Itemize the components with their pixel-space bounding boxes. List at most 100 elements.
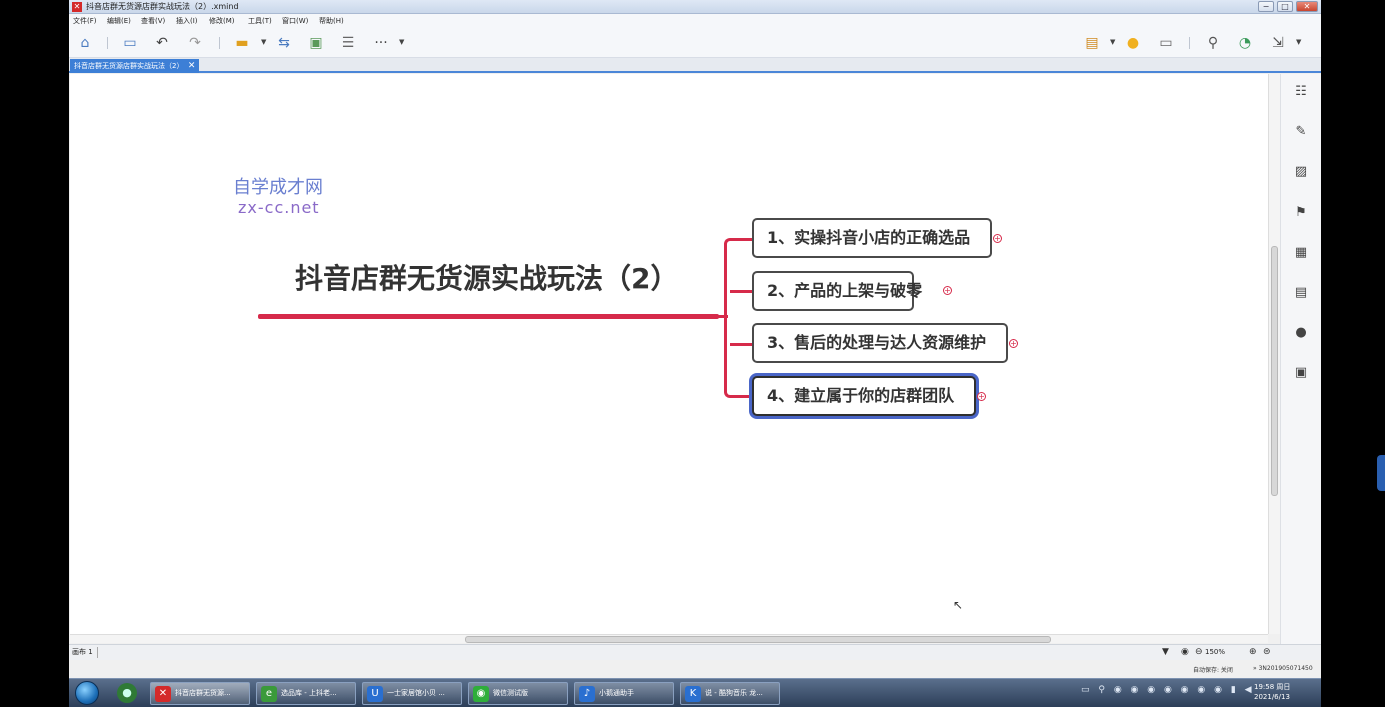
more-icon[interactable]: ··· — [371, 34, 391, 52]
system-tray[interactable]: ▭ ⚲ ◉ ◉ ◉ ◉ ◉ ◉ ◉ ▮ ◀ — [1081, 685, 1255, 695]
expand-icon[interactable]: + — [993, 234, 1002, 243]
taskbar-item[interactable]: ✕ 抖音店群无货源... — [150, 682, 250, 705]
vertical-scrollbar[interactable] — [1268, 74, 1280, 634]
toolbar: ⌂ ▭ ↶ ↷ ▬ ▼ ⇆ ▣ ☰ ··· ▼ ▤ ▼ ● ▭ ⚲ ◔ ⇲ ▼ — [69, 28, 1321, 58]
horizontal-scrollbar[interactable] — [70, 634, 1268, 643]
taskbar-item-label: 微信测试版 — [493, 689, 528, 697]
comment-icon[interactable]: ● — [1293, 325, 1309, 341]
presentation-icon[interactable]: ▤ — [1083, 34, 1101, 52]
outline-icon[interactable]: ▭ — [1157, 34, 1175, 52]
shop-icon: U — [367, 686, 383, 702]
clock-time[interactable]: 19:58 周日 — [1254, 682, 1290, 692]
format-brush-icon[interactable]: ✎ — [1293, 124, 1309, 140]
title-bar[interactable]: ✕ 抖音店群无货源店群实战玩法（2）.xmind − □ ✕ — [69, 0, 1321, 14]
sticker-icon[interactable]: ▦ — [1293, 245, 1309, 261]
vertical-scroll-thumb[interactable] — [1271, 246, 1278, 496]
subtopic-3[interactable]: 3、售后的处理与达人资源维护 — [752, 323, 1008, 363]
desktop-screen: ✕ 抖音店群无货源店群实战玩法（2）.xmind − □ ✕ 文件(F) 编辑(… — [0, 0, 1385, 707]
watermark-url: zx-cc.net — [238, 198, 320, 217]
taskbar-item-label: 说 - 酷狗音乐 龙... — [705, 689, 763, 697]
taskbar-item-label: 抖音店群无货源... — [175, 689, 231, 697]
watermark-text: 自学成才网 — [233, 177, 323, 198]
horizontal-scroll-thumb[interactable] — [465, 636, 1051, 643]
outline-icon[interactable]: ☷ — [1293, 84, 1309, 100]
menu-help[interactable]: 帮助(H) — [319, 16, 344, 26]
taskbar-item-label: 一士家居馆小贝 ... — [387, 689, 445, 697]
mindmap-canvas[interactable]: 自学成才网 zx-cc.net 抖音店群无货源实战玩法（2） 1、实操抖音小店的… — [70, 74, 1268, 634]
autosave-line: 自动保存: 关闭 » 3N201905071450 — [69, 660, 1321, 678]
taskbar-item[interactable]: ♪ 小鹅通助手 — [574, 682, 674, 705]
menu-edit[interactable]: 编辑(E) — [107, 16, 131, 26]
taskbar-item-label: 小鹅通助手 — [599, 689, 634, 697]
zoom-in-icon[interactable]: ⊕ — [1249, 647, 1257, 658]
build-number: » 3N201905071450 — [1253, 665, 1313, 672]
expand-icon[interactable]: + — [1009, 339, 1018, 348]
taskbar-item-label: 选品库 - 上抖老... — [281, 689, 337, 697]
menu-insert[interactable]: 插入(I) — [176, 16, 198, 26]
taskbar: ● ✕ 抖音店群无货源... e 选品库 - 上抖老... U 一士家居馆小贝 … — [69, 678, 1321, 707]
evernote-icon[interactable]: ● — [117, 683, 137, 703]
zoom-out-icon[interactable]: ⊖ — [1195, 647, 1203, 658]
subtopic-1[interactable]: 1、实操抖音小店的正确选品 — [752, 218, 992, 258]
taskbar-item[interactable]: ◉ 微信测试版 — [468, 682, 568, 705]
notes-icon[interactable]: ▤ — [1293, 285, 1309, 301]
xiaoe-icon: ♪ — [579, 686, 595, 702]
eye-icon[interactable]: ◉ — [1181, 647, 1189, 658]
taskbar-item[interactable]: K 说 - 酷狗音乐 龙... — [680, 682, 780, 705]
expand-icon[interactable]: + — [977, 392, 986, 401]
maximize-button[interactable]: □ — [1277, 1, 1293, 12]
editor-tab-bar: 抖音店群无货源店群实战玩法（2） ✕ — [69, 58, 1321, 73]
subtopic-4-selected[interactable]: 4、建立属于你的店群团队 — [752, 376, 976, 416]
toolbar-separator — [1189, 37, 1190, 49]
chevron-down-icon[interactable]: ▼ — [399, 38, 404, 46]
search-icon[interactable]: ⚲ — [1205, 34, 1221, 52]
autosave-status[interactable]: 自动保存: 关闭 — [1193, 665, 1233, 674]
status-bar: 画布 1 ▼ ◉ ⊖ 150% ⊕ ⊜ — [69, 644, 1321, 660]
image-icon[interactable]: ▨ — [1293, 164, 1309, 180]
flag-icon[interactable]: ⚑ — [1293, 205, 1309, 221]
undo-icon[interactable]: ↶ — [154, 34, 170, 52]
menu-window[interactable]: 窗口(W) — [282, 16, 308, 26]
xmind-icon: ✕ — [155, 686, 171, 702]
subtopic-2[interactable]: 2、产品的上架与破零 — [752, 271, 922, 311]
side-handle[interactable] — [1377, 455, 1385, 491]
close-button[interactable]: ✕ — [1296, 1, 1318, 12]
taskbar-item[interactable]: U 一士家居馆小贝 ... — [362, 682, 462, 705]
task-icon[interactable]: ▣ — [1293, 365, 1309, 381]
expand-icon[interactable]: + — [943, 286, 952, 295]
start-button[interactable] — [75, 681, 99, 705]
taskbar-item[interactable]: e 选品库 - 上抖老... — [256, 682, 356, 705]
chevron-down-icon[interactable]: ▼ — [1296, 38, 1301, 46]
toolbar-separator — [219, 37, 220, 49]
menu-modify[interactable]: 修改(M) — [209, 16, 235, 26]
menu-file[interactable]: 文件(F) — [73, 16, 97, 26]
fit-icon[interactable]: ⊜ — [1263, 647, 1271, 658]
xmind-window: ✕ 抖音店群无货源店群实战玩法（2）.xmind − □ ✕ 文件(F) 编辑(… — [69, 0, 1321, 678]
branch-connector — [724, 238, 732, 398]
minimize-button[interactable]: − — [1258, 1, 1274, 12]
clock-date[interactable]: 2021/6/13 — [1254, 693, 1290, 701]
filter-icon[interactable]: ▼ — [1162, 647, 1169, 658]
mouse-cursor-icon: ↖ — [953, 598, 964, 612]
window-title: 抖音店群无货源店群实战玩法（2）.xmind — [86, 2, 239, 11]
zoom-level: 150% — [1205, 648, 1226, 656]
sheet-tab[interactable]: 画布 1 — [72, 647, 98, 658]
chevron-down-icon[interactable]: ▼ — [1110, 38, 1115, 46]
menu-tools[interactable]: 工具(T) — [248, 16, 272, 26]
redo-icon[interactable]: ↷ — [187, 34, 203, 52]
share-icon[interactable]: ◔ — [1237, 34, 1253, 52]
menu-view[interactable]: 查看(V) — [141, 16, 165, 26]
topic-icon[interactable]: ▬ — [233, 34, 251, 52]
tab-document[interactable]: 抖音店群无货源店群实战玩法（2） ✕ — [70, 59, 200, 73]
boundary-icon[interactable]: ▣ — [307, 34, 325, 52]
save-icon[interactable]: ▭ — [122, 34, 138, 52]
central-topic[interactable]: 抖音店群无货源实战玩法（2） — [295, 261, 678, 297]
lightbulb-icon[interactable]: ● — [1125, 34, 1141, 52]
chevron-down-icon[interactable]: ▼ — [261, 38, 266, 46]
summary-icon[interactable]: ☰ — [339, 34, 357, 52]
export-icon[interactable]: ⇲ — [1269, 34, 1287, 52]
relationship-icon[interactable]: ⇆ — [276, 34, 292, 52]
close-icon[interactable]: ✕ — [188, 59, 196, 73]
branch-connector — [730, 343, 752, 346]
home-icon[interactable]: ⌂ — [76, 34, 94, 52]
